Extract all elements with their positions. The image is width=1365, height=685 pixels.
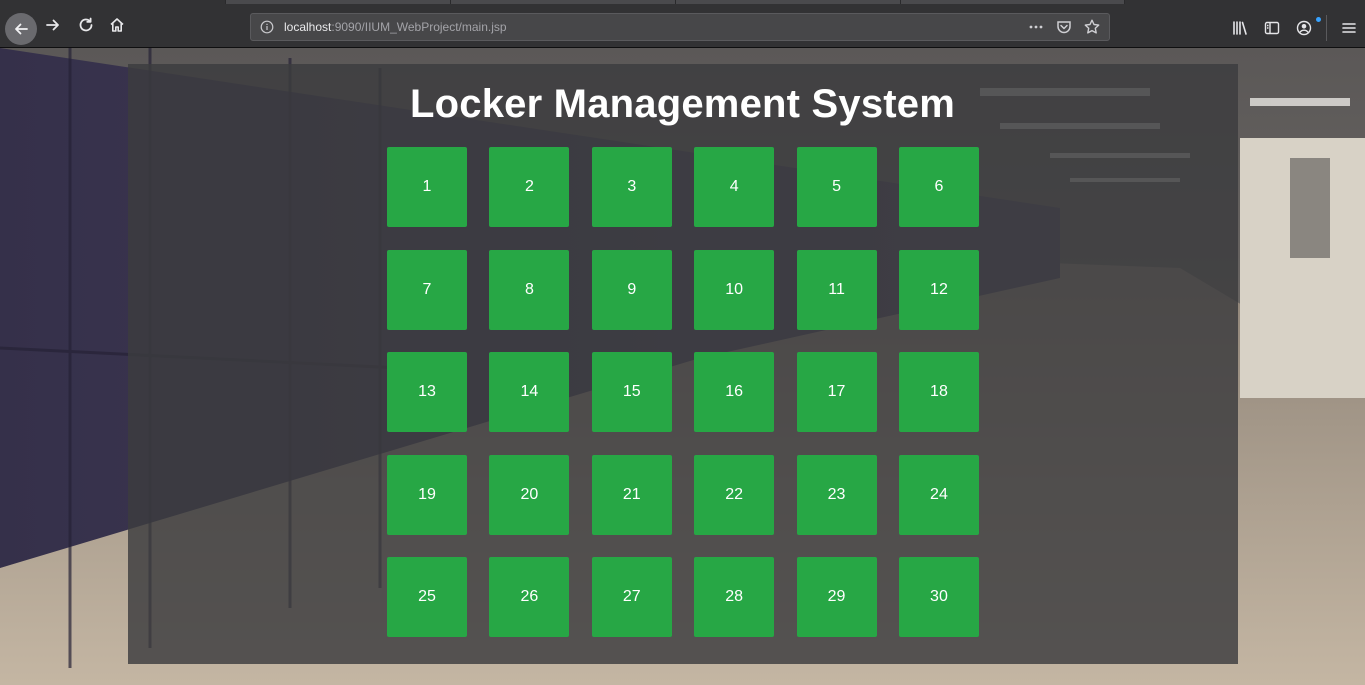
locker-button[interactable]: 5 <box>796 147 877 227</box>
forward-arrow-icon[interactable] <box>40 12 66 38</box>
locker-button[interactable]: 14 <box>489 352 570 433</box>
locker-button[interactable]: 25 <box>387 557 467 638</box>
locker-button[interactable]: 27 <box>591 557 672 638</box>
sidebar-icon[interactable] <box>1256 18 1288 38</box>
locker-button[interactable]: 11 <box>796 249 877 330</box>
locker-button[interactable]: 3 <box>591 147 672 227</box>
url-text[interactable]: localhost:9090/IIUM_WebProject/main.jsp <box>284 20 507 34</box>
locker-button[interactable]: 7 <box>387 249 467 330</box>
browser-toolbar: localhost:9090/IIUM_WebProject/main.jsp <box>0 0 1365 48</box>
tab-strip-edge <box>225 0 1125 4</box>
locker-button[interactable]: 9 <box>591 249 672 330</box>
info-icon[interactable] <box>260 20 274 34</box>
star-icon[interactable] <box>1083 18 1101 36</box>
locker-button[interactable]: 20 <box>489 454 570 535</box>
locker-button[interactable]: 13 <box>387 352 467 433</box>
locker-button[interactable]: 8 <box>489 249 570 330</box>
locker-button[interactable]: 1 <box>387 147 467 227</box>
address-bar[interactable]: localhost:9090/IIUM_WebProject/main.jsp <box>250 13 1110 41</box>
url-host: localhost <box>284 20 332 34</box>
locker-button[interactable]: 28 <box>694 557 775 638</box>
reload-icon[interactable] <box>73 12 99 38</box>
toolbar-separator <box>1326 15 1327 41</box>
account-icon[interactable] <box>1288 17 1321 38</box>
locker-button[interactable]: 12 <box>898 249 979 330</box>
locker-button[interactable]: 6 <box>898 147 979 227</box>
locker-button[interactable]: 30 <box>898 557 979 638</box>
locker-button[interactable]: 22 <box>694 454 775 535</box>
home-icon[interactable] <box>104 12 130 38</box>
locker-grid: 1 2 3 4 5 6 7 8 9 10 11 12 13 14 15 16 17 18 19 20 21 22 23 24 2… <box>387 147 979 638</box>
locker-button[interactable]: 4 <box>694 147 775 227</box>
notification-dot <box>1316 17 1321 22</box>
locker-button[interactable]: 21 <box>591 454 672 535</box>
locker-button[interactable]: 23 <box>796 454 877 535</box>
more-dots-icon[interactable] <box>1027 18 1045 36</box>
pocket-icon[interactable] <box>1055 18 1073 36</box>
page-viewport: Locker Management System 1 2 3 4 5 6 7 8 9 10 11 12… <box>0 48 1365 685</box>
locker-button[interactable]: 29 <box>796 557 877 638</box>
locker-button[interactable]: 18 <box>898 352 979 433</box>
page-title: Locker Management System <box>410 82 955 126</box>
library-icon[interactable] <box>1224 18 1256 38</box>
locker-button[interactable]: 16 <box>694 352 775 433</box>
locker-button[interactable]: 26 <box>489 557 570 638</box>
locker-button[interactable]: 19 <box>387 454 467 535</box>
locker-button[interactable]: 15 <box>591 352 672 433</box>
locker-button[interactable]: 17 <box>796 352 877 433</box>
locker-button[interactable]: 10 <box>694 249 775 330</box>
back-arrow-icon[interactable] <box>5 13 37 45</box>
locker-button[interactable]: 2 <box>489 147 570 227</box>
locker-button[interactable]: 24 <box>898 454 979 535</box>
hamburger-menu-icon[interactable] <box>1333 18 1365 38</box>
url-path: :9090/IIUM_WebProject/main.jsp <box>331 20 507 34</box>
